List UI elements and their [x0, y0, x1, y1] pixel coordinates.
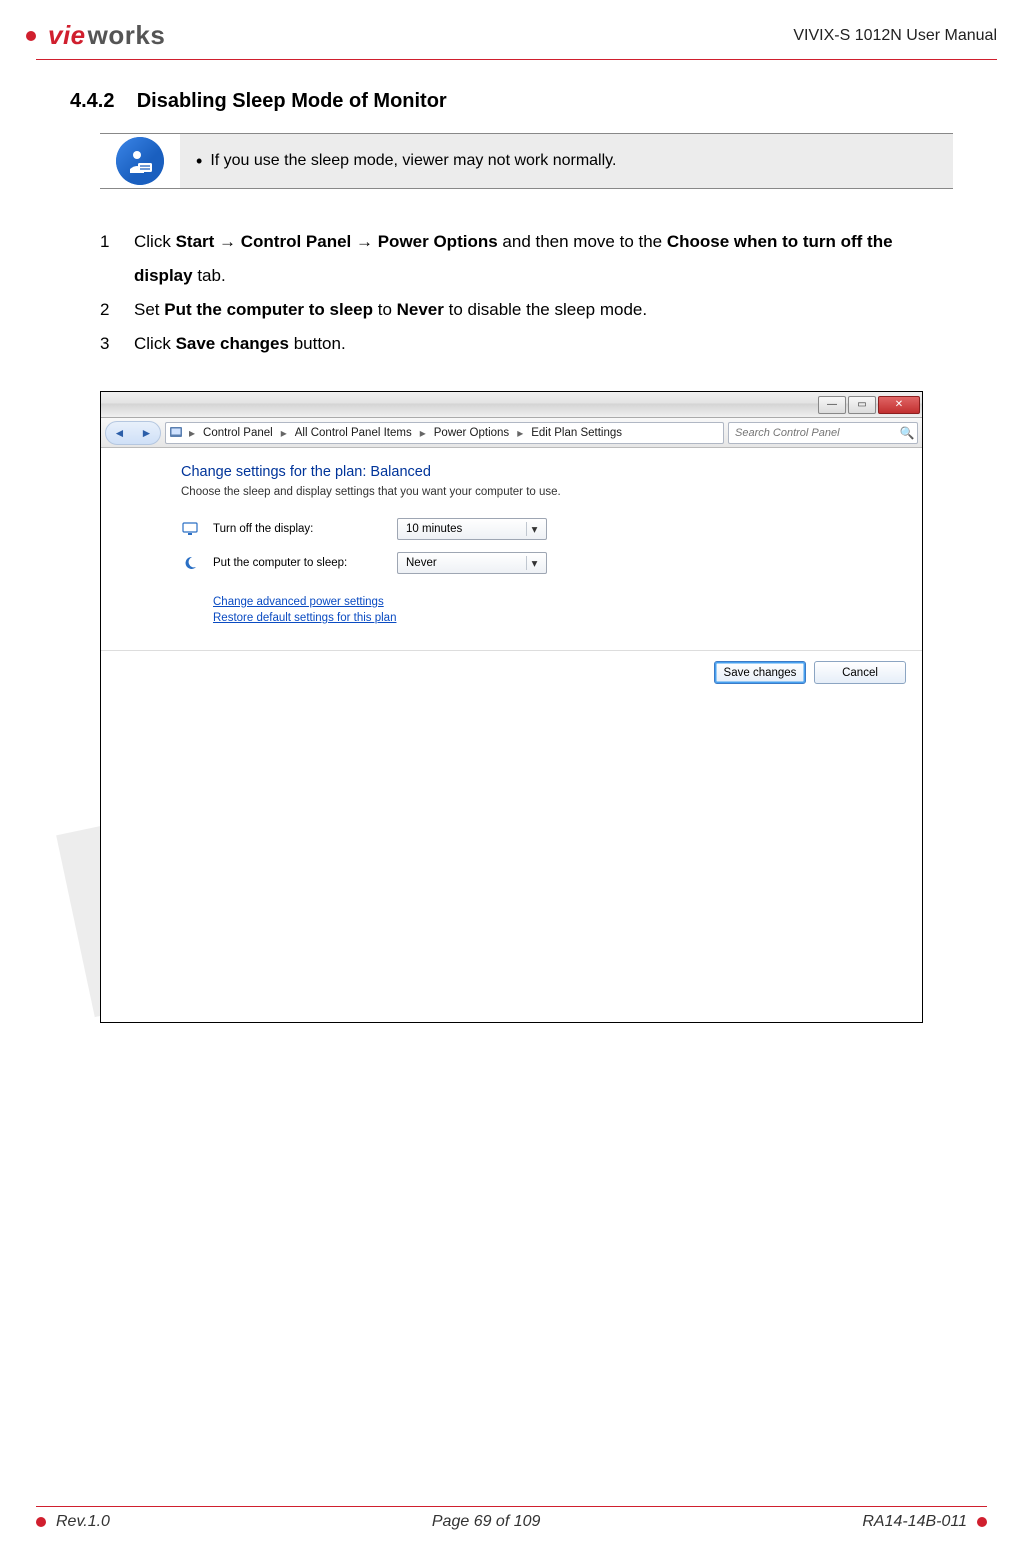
cancel-button[interactable]: Cancel — [814, 661, 906, 684]
save-changes-button[interactable]: Save changes — [714, 661, 806, 684]
chevron-down-icon: ▾ — [526, 556, 542, 570]
footer-dot-icon — [36, 1517, 46, 1527]
restore-defaults-link[interactable]: Restore default settings for this plan — [213, 612, 922, 624]
maximize-button[interactable]: ▭ — [848, 396, 876, 414]
logo-part-2: works — [88, 20, 166, 51]
steps-list: 1 Click Start → Control Panel → Power Op… — [100, 225, 953, 361]
back-arrow-icon: ◄ — [114, 426, 126, 440]
advanced-settings-link[interactable]: Change advanced power settings — [213, 596, 922, 608]
breadcrumb-seg[interactable]: All Control Panel Items — [290, 427, 417, 439]
section-number: 4.4.2 — [70, 90, 114, 112]
section-title-text: Disabling Sleep Mode of Monitor — [137, 90, 447, 112]
chevron-down-icon: ▾ — [526, 522, 542, 536]
breadcrumb[interactable]: ▸ Control Panel ▸ All Control Panel Item… — [165, 422, 724, 444]
footer-rev: Rev.1.0 — [56, 1513, 110, 1531]
search-field[interactable]: 🔍 — [728, 422, 918, 444]
turn-off-label: Turn off the display: — [213, 523, 383, 535]
windows-screenshot: — ▭ ✕ ◄ ► ▸ Control Panel ▸ All Control … — [100, 391, 923, 1023]
breadcrumb-seg[interactable]: Edit Plan Settings — [526, 427, 627, 439]
section-heading: 4.4.2 Disabling Sleep Mode of Monitor — [70, 90, 953, 113]
footer-dot-icon — [977, 1517, 987, 1527]
chevron-right-icon: ▸ — [278, 426, 290, 440]
page-footer: Rev.1.0 Page 69 of 109 RA14-14B-011 — [0, 1506, 1023, 1531]
plan-description: Choose the sleep and display settings th… — [181, 486, 922, 498]
step-2: 2 Set Put the computer to sleep to Never… — [100, 293, 953, 327]
address-bar: ◄ ► ▸ Control Panel ▸ All Control Panel … — [101, 418, 922, 448]
control-panel-icon — [166, 426, 186, 440]
step-1: 1 Click Start → Control Panel → Power Op… — [100, 225, 953, 293]
reading-icon — [116, 137, 164, 185]
turn-off-display-row: Turn off the display: 10 minutes ▾ — [181, 518, 922, 540]
forward-arrow-icon: ► — [141, 426, 153, 440]
logo-part-1: vie — [48, 20, 86, 51]
note-text: If you use the sleep mode, viewer may no… — [210, 152, 616, 170]
footer-code: RA14-14B-011 — [862, 1513, 967, 1531]
sleep-row: Put the computer to sleep: Never ▾ — [181, 552, 922, 574]
window-titlebar: — ▭ ✕ — [101, 392, 922, 418]
page-header: vieworks VIVIX-S 1012N User Manual — [0, 0, 1023, 57]
dropdown-value: 10 minutes — [406, 523, 462, 535]
chevron-right-icon: ▸ — [514, 426, 526, 440]
manual-title: VIVIX-S 1012N User Manual — [793, 27, 997, 45]
bullet-dot-icon: • — [196, 152, 202, 170]
breadcrumb-seg[interactable]: Control Panel — [198, 427, 278, 439]
search-icon: 🔍 — [897, 426, 917, 440]
nav-back-forward[interactable]: ◄ ► — [105, 421, 161, 445]
chevron-right-icon: ▸ — [186, 426, 198, 440]
step-3: 3 Click Save changes button. — [100, 327, 953, 361]
search-input[interactable] — [729, 427, 897, 439]
minimize-button[interactable]: — — [818, 396, 846, 414]
close-button[interactable]: ✕ — [878, 396, 920, 414]
sleep-label: Put the computer to sleep: — [213, 557, 383, 569]
turn-off-display-dropdown[interactable]: 10 minutes ▾ — [397, 518, 547, 540]
moon-icon — [181, 554, 199, 572]
step-number: 3 — [100, 327, 116, 361]
step-number: 2 — [100, 293, 116, 327]
footer-page: Page 69 of 109 — [432, 1513, 541, 1531]
plan-title: Change settings for the plan: Balanced — [181, 464, 922, 480]
monitor-icon — [181, 520, 199, 538]
button-bar: Save changes Cancel — [101, 651, 922, 684]
breadcrumb-seg[interactable]: Power Options — [429, 427, 514, 439]
brand-logo: vieworks — [48, 20, 165, 51]
header-dot-icon — [26, 31, 36, 41]
note-box: • If you use the sleep mode, viewer may … — [100, 133, 953, 189]
step-number: 1 — [100, 225, 116, 293]
sleep-dropdown[interactable]: Never ▾ — [397, 552, 547, 574]
chevron-right-icon: ▸ — [417, 426, 429, 440]
dropdown-value: Never — [406, 557, 437, 569]
